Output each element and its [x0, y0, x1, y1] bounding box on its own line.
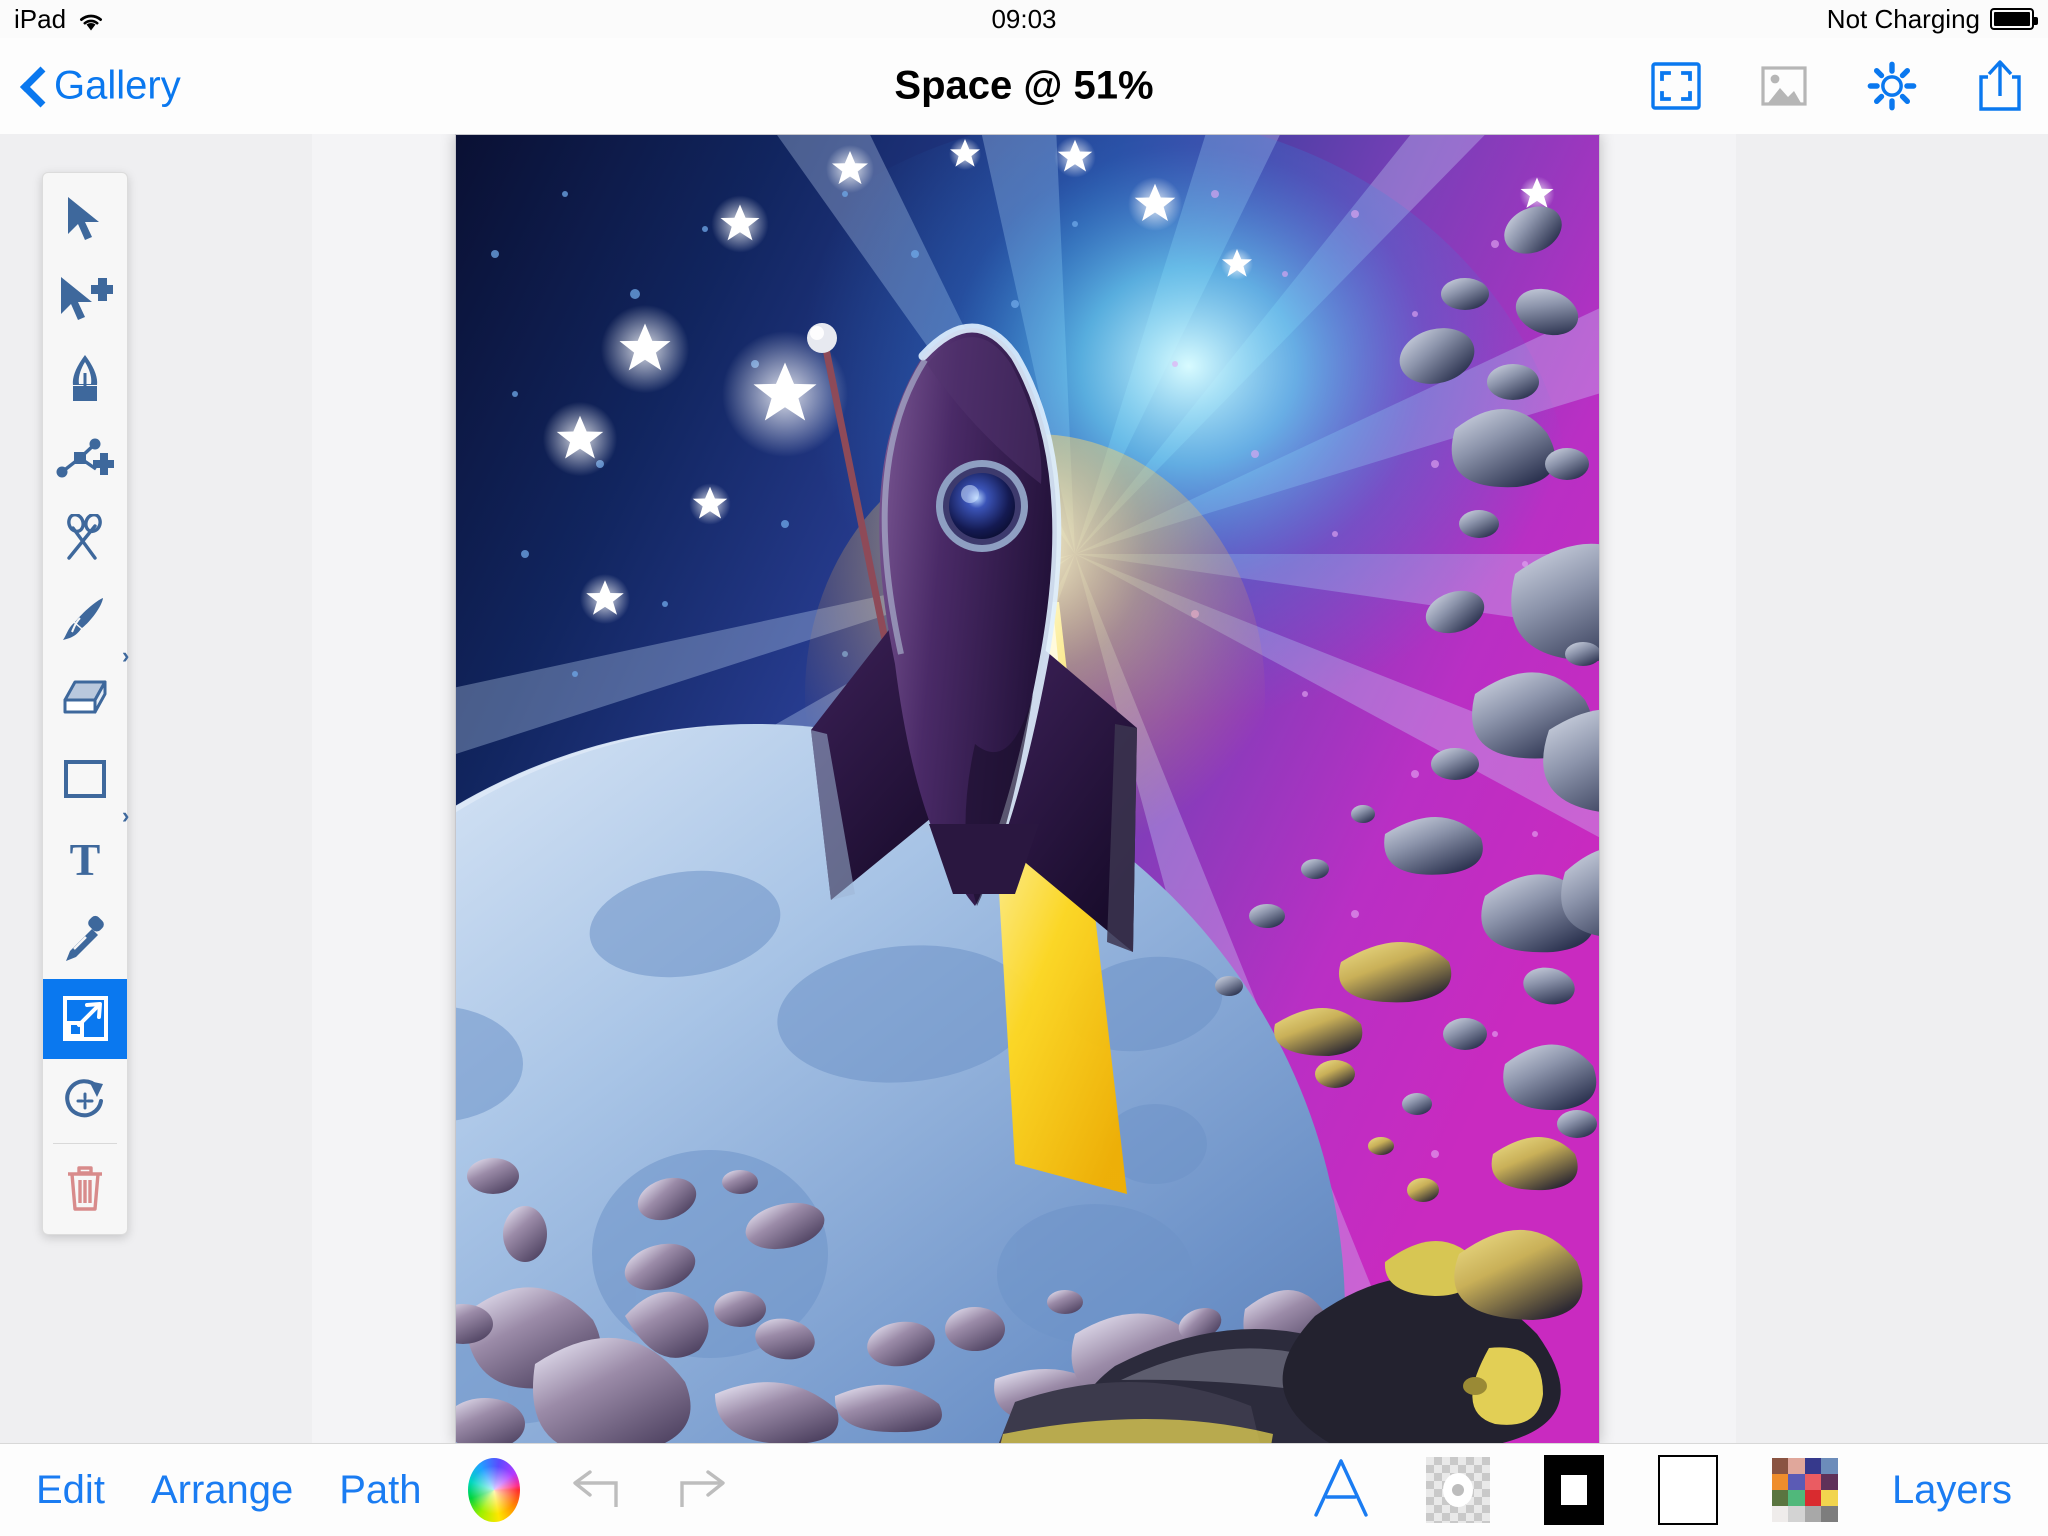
status-bar: iPad 09:03 Not Charging — [0, 0, 2048, 38]
fit-to-screen-icon[interactable] — [1650, 60, 1702, 112]
opacity-icon[interactable] — [1425, 1457, 1490, 1523]
palette-swatch[interactable] — [1771, 1474, 1789, 1490]
add-node-tool[interactable] — [43, 419, 127, 499]
artwork-canvas[interactable] — [455, 134, 1600, 1444]
scale-tool[interactable] — [43, 979, 127, 1059]
palette-swatch[interactable] — [1788, 1474, 1805, 1490]
svg-text:T: T — [70, 835, 101, 883]
undo-icon[interactable] — [566, 1467, 626, 1513]
select-add-tool[interactable] — [43, 259, 127, 339]
palette-swatch[interactable] — [1804, 1506, 1822, 1522]
delete-tool[interactable] — [43, 1148, 127, 1228]
edit-menu[interactable]: Edit — [36, 1468, 105, 1513]
eyedropper-tool[interactable] — [43, 899, 127, 979]
nav-bar: Gallery Space @ 51% — [0, 38, 2048, 135]
palette-swatch[interactable] — [1771, 1458, 1789, 1474]
typography-icon[interactable] — [1310, 1455, 1372, 1526]
canvas-area[interactable]: › › T — [0, 134, 2048, 1444]
status-bar-clock: 09:03 — [991, 3, 1057, 34]
image-icon[interactable] — [1758, 60, 1810, 112]
arrange-menu[interactable]: Arrange — [151, 1468, 293, 1513]
palette-swatch[interactable] — [1788, 1458, 1805, 1474]
path-menu[interactable]: Path — [339, 1468, 421, 1513]
nav-tool-group — [1650, 60, 2026, 112]
gear-icon[interactable] — [1866, 60, 1918, 112]
select-tool[interactable] — [43, 179, 127, 259]
redo-icon[interactable] — [672, 1467, 732, 1513]
app-root: iPad 09:03 Not Charging Gallery Space @ … — [0, 0, 2048, 1536]
layers-button[interactable]: Layers — [1892, 1468, 2012, 1513]
brush-tool[interactable]: › — [43, 579, 129, 667]
eraser-tool[interactable] — [43, 659, 127, 739]
scissors-tool[interactable] — [43, 499, 127, 579]
share-icon[interactable] — [1974, 60, 2026, 112]
palette-swatch[interactable] — [1788, 1506, 1805, 1522]
bottom-toolbar-right: Layers — [1310, 1444, 2012, 1536]
battery-full-icon — [1990, 8, 2038, 30]
palette-swatch[interactable] — [1771, 1490, 1789, 1506]
tool-palette: › › T — [42, 172, 129, 1235]
rotate-tool[interactable] — [43, 1059, 127, 1139]
text-tool[interactable]: T — [43, 819, 127, 899]
bottom-toolbar: Edit Arrange Path Layers — [0, 1443, 2048, 1536]
tool-palette-divider — [53, 1143, 117, 1144]
palette-swatch[interactable] — [1788, 1490, 1805, 1506]
palette-swatch[interactable] — [1821, 1490, 1838, 1506]
shape-tool[interactable]: › — [43, 739, 129, 827]
color-wheel-icon[interactable] — [467, 1458, 520, 1522]
stroke-swatch[interactable] — [1543, 1455, 1604, 1525]
palette-swatch[interactable] — [1771, 1506, 1789, 1522]
fill-swatch[interactable] — [1657, 1455, 1718, 1525]
battery-status-label: Not Charging — [1826, 3, 1980, 34]
palette-swatch[interactable] — [1821, 1474, 1838, 1490]
palette-swatch[interactable] — [1821, 1506, 1838, 1522]
status-bar-right: Not Charging — [1826, 3, 2038, 35]
palette-swatch[interactable] — [1821, 1458, 1838, 1474]
palette-grid[interactable] — [1771, 1458, 1838, 1522]
pen-tool[interactable] — [43, 339, 127, 419]
palette-swatch[interactable] — [1804, 1458, 1822, 1474]
palette-swatch[interactable] — [1804, 1490, 1822, 1506]
bottom-toolbar-left: Edit Arrange Path — [36, 1444, 732, 1536]
palette-swatch[interactable] — [1804, 1474, 1822, 1490]
